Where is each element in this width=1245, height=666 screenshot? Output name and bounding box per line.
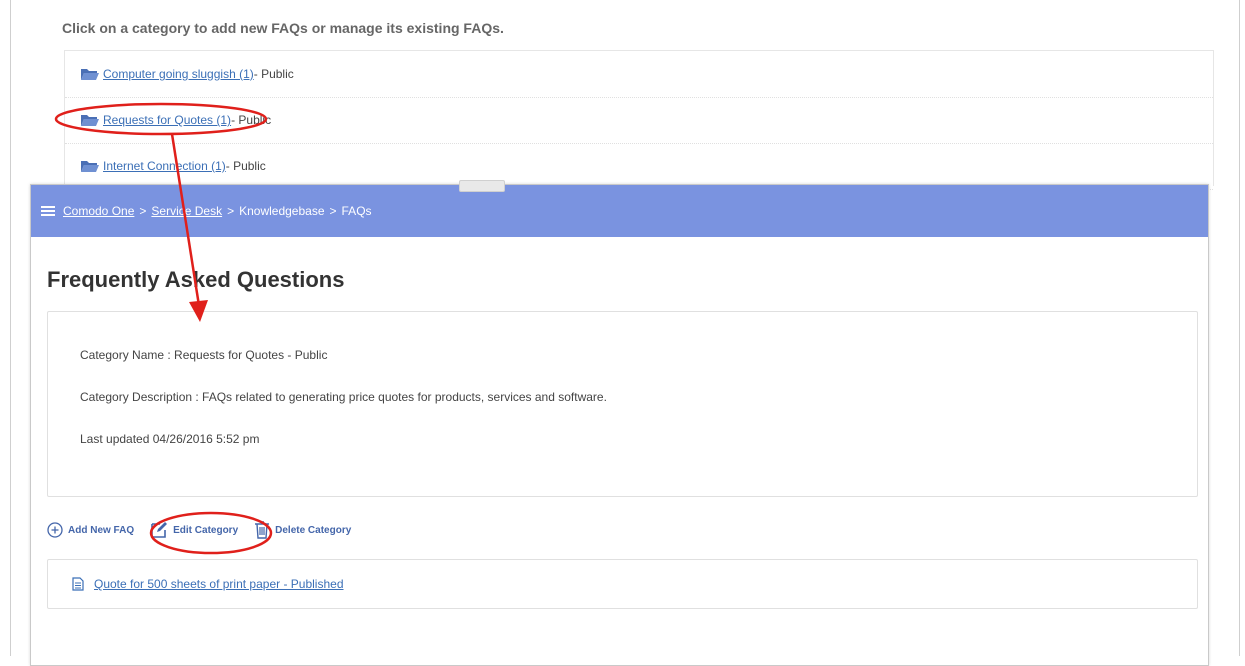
delete-category-label: Delete Category	[275, 524, 352, 536]
top-bar: Comodo One > Service Desk > Knowledgebas…	[31, 185, 1208, 237]
trash-icon	[255, 521, 270, 539]
category-row-computer-going-sluggish[interactable]: Computer going sluggish (1) - Public	[65, 51, 1213, 98]
faq-item-link[interactable]: Quote for 500 sheets of print paper - Pu…	[94, 577, 344, 591]
document-icon	[72, 577, 84, 591]
breadcrumb-separator: >	[227, 204, 235, 218]
breadcrumb-service-desk[interactable]: Service Desk	[151, 204, 222, 218]
category-visibility: - Public	[225, 159, 266, 173]
edit-pencil-icon	[151, 522, 168, 538]
folder-open-icon	[81, 115, 99, 126]
add-new-faq-label: Add New FAQ	[68, 524, 135, 536]
hamburger-menu-icon[interactable]	[41, 204, 55, 218]
breadcrumb-separator: >	[329, 204, 337, 218]
category-description: Category Description : FAQs related to g…	[80, 390, 607, 404]
breadcrumb-knowledgebase: Knowledgebase	[239, 204, 325, 218]
category-actions: Add New FAQ Edit Category Delete Categor…	[47, 521, 367, 539]
category-list: Computer going sluggish (1) - Public Req…	[64, 50, 1214, 190]
delete-category-button[interactable]: Delete Category	[254, 521, 351, 539]
add-new-faq-button[interactable]: Add New FAQ	[47, 522, 134, 538]
category-row-internet-connection[interactable]: Internet Connection (1) - Public	[65, 143, 1213, 190]
category-row-requests-for-quotes[interactable]: Requests for Quotes (1) - Public	[65, 97, 1213, 144]
edit-category-label: Edit Category	[173, 524, 239, 536]
plus-circle-icon	[47, 522, 63, 538]
breadcrumb-faqs: FAQs	[341, 204, 372, 218]
category-link[interactable]: Computer going sluggish (1)	[103, 67, 254, 81]
edit-category-button[interactable]: Edit Category	[150, 521, 238, 539]
faq-list: Quote for 500 sheets of print paper - Pu…	[47, 559, 1198, 609]
breadcrumb-comodo-one[interactable]: Comodo One	[63, 204, 134, 218]
category-link[interactable]: Requests for Quotes (1)	[103, 113, 231, 127]
category-link[interactable]: Internet Connection (1)	[103, 159, 226, 173]
panel-drag-handle[interactable]	[459, 180, 505, 192]
category-details-box: Category Name : Requests for Quotes - Pu…	[47, 311, 1198, 497]
category-visibility: - Public	[253, 67, 294, 81]
intro-text: Click on a category to add new FAQs or m…	[62, 20, 504, 36]
last-updated: Last updated 04/26/2016 5:52 pm	[80, 432, 260, 446]
category-visibility: - Public	[231, 113, 272, 127]
category-name: Category Name : Requests for Quotes - Pu…	[80, 348, 328, 362]
folder-open-icon	[81, 69, 99, 80]
folder-open-icon	[81, 161, 99, 172]
breadcrumb-separator: >	[139, 204, 147, 218]
page-title: Frequently Asked Questions	[47, 267, 345, 292]
faq-panel: Comodo One > Service Desk > Knowledgebas…	[30, 184, 1209, 666]
